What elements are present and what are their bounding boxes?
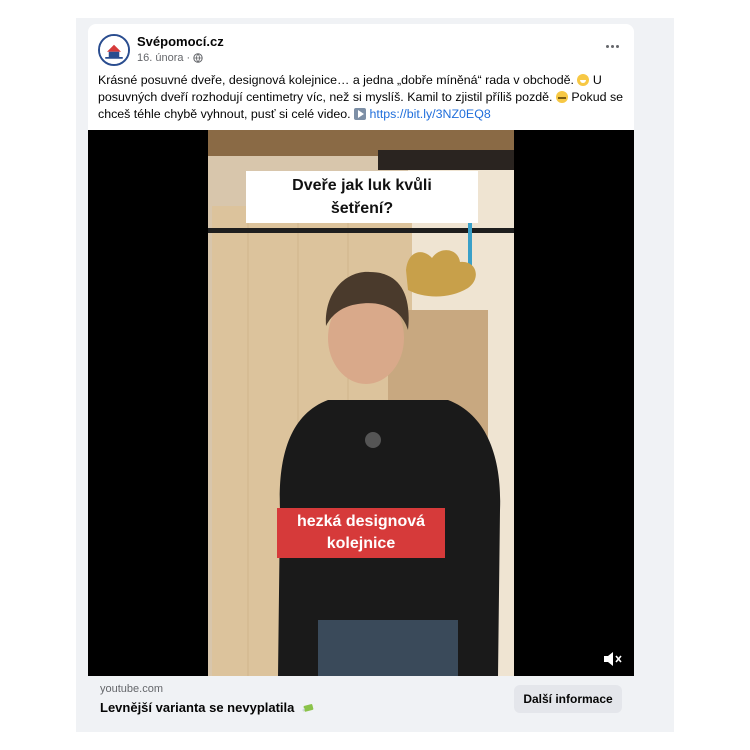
svepomoci-logo-icon [100, 36, 128, 64]
page-name[interactable]: Svépomocí.cz [137, 34, 224, 49]
grinning-face-icon [577, 74, 590, 86]
more-options-button[interactable] [600, 36, 624, 56]
post-link[interactable]: https://bit.ly/3NZ0EQ8 [370, 107, 491, 121]
post-header: Svépomocí.cz 16. února · [88, 24, 634, 74]
post-card: Svépomocí.cz 16. února · Krásné posuvné … [88, 24, 634, 732]
money-with-wings-icon [302, 704, 314, 712]
page-avatar[interactable] [98, 34, 130, 66]
post-text-part1: Krásné posuvné dveře, designová kolejnic… [98, 73, 574, 87]
post-date[interactable]: 16. února [137, 52, 183, 64]
muted-speaker-icon [604, 652, 622, 666]
more-info-button[interactable]: Další informace [514, 685, 622, 713]
link-title: Levnější varianta se nevyplatila [100, 700, 315, 715]
more-options-icon [605, 44, 609, 48]
video-caption-line1: hezká designová [296, 513, 426, 530]
play-button-icon [354, 108, 367, 120]
post-text: Krásné posuvné dveře, designová kolejnic… [98, 72, 628, 123]
link-domain: youtube.com [100, 683, 163, 695]
video-caption-line2: kolejnice [326, 535, 396, 552]
mute-button[interactable] [602, 650, 624, 668]
video-caption-overlay: hezká designová kolejnice [277, 508, 445, 558]
post-meta: 16. února · [137, 52, 203, 64]
grimacing-face-icon [555, 91, 568, 103]
meta-separator: · [186, 52, 191, 64]
globe-icon[interactable] [193, 53, 203, 63]
video-frame: Dveře jak luk kvůli šetření? hezká desig… [208, 130, 514, 676]
video-title-line2: šetření? [330, 200, 394, 217]
video-player[interactable]: Dveře jak luk kvůli šetření? hezká desig… [88, 130, 634, 676]
video-title-line1: Dveře jak luk kvůli [292, 177, 432, 194]
link-title-text: Levnější varianta se nevyplatila [100, 700, 295, 715]
link-preview[interactable]: youtube.com Levnější varianta se nevypla… [88, 676, 634, 732]
video-title-overlay: Dveře jak luk kvůli šetření? [246, 171, 478, 223]
